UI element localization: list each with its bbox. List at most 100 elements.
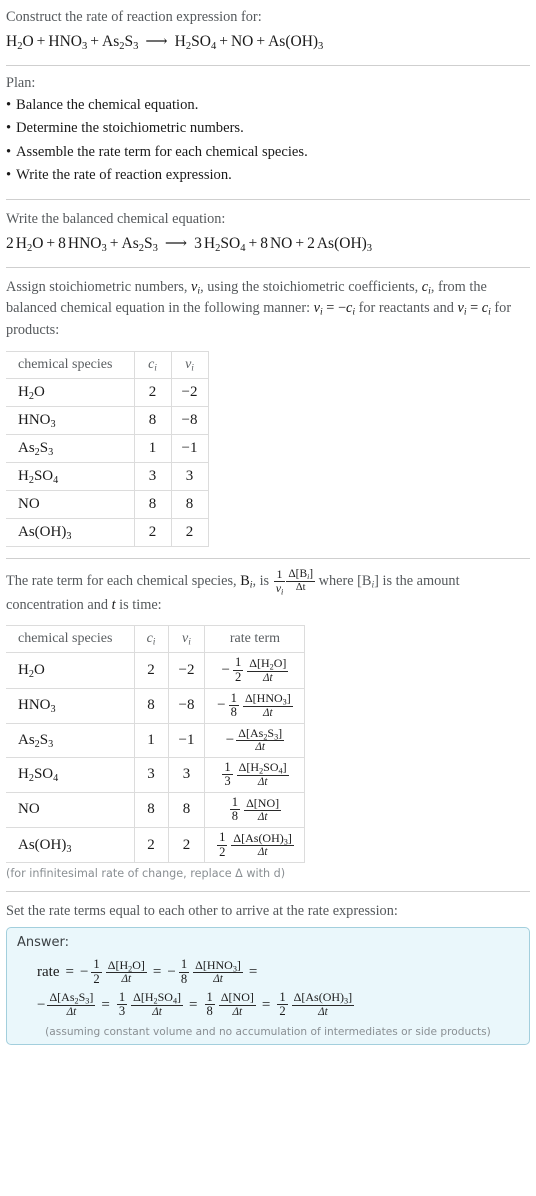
answer-line-1: rate = −1 2 Δ[H2O] Δt = −1 8 Δ[HNO3] Δt = [37, 957, 519, 988]
species-cell: H2SO4 [6, 757, 135, 793]
rate-label: rate [37, 963, 60, 980]
plan-item: • Assemble the rate term for each chemica… [6, 141, 530, 165]
nu-cell: 3 [171, 462, 209, 491]
species-cell: H2SO4 [6, 462, 135, 491]
balanced-equation-prompt: Write the balanced chemical equation: [6, 211, 226, 228]
species-cell: HNO3 [6, 688, 135, 724]
table2-header: chemical species ci νi rate term [6, 625, 306, 654]
coefficient-fraction: 18 [229, 794, 241, 824]
bullet-icon: • [6, 96, 12, 113]
nu-cell: −8 [168, 688, 206, 724]
coefficient-fraction: 18 [178, 957, 190, 986]
answer-expression: rate = −1 2 Δ[H2O] Δt = −1 8 Δ[HNO3] Δt = − Δ[As2S… [17, 957, 519, 1020]
nu-cell: 2 [168, 827, 206, 864]
nu-cell: 8 [168, 792, 206, 829]
table1-body: H2O 2 −2 HNO3 8 −8 As2S3 1 −1 H2SO4 3 3 NO 8 8 As(OH)3 2… [6, 377, 209, 547]
rate-term-cell: 12 Δ[As(OH)3] Δt [204, 827, 306, 864]
coefficient-fraction: 12 [217, 830, 228, 859]
rule-products: νi = ci [457, 300, 491, 319]
bullet-icon: • [6, 143, 12, 160]
c-cell: 2 [134, 652, 169, 689]
species-cell: As2S3 [6, 434, 135, 463]
rate-intro-text-2: , is [252, 572, 273, 589]
divider [6, 557, 530, 559]
c-cell: 1 [134, 723, 169, 758]
table-row: H2O 2 −2−1 2 Δ[H2O] Δt [6, 652, 306, 689]
delta-fraction: Δ[NO] Δt [244, 795, 282, 823]
assign-stoichiometric-paragraph: Assign stoichiometric numbers, νi, using… [6, 278, 512, 339]
rate-term-cell: 13 Δ[H2SO4] Δt [204, 757, 306, 793]
sign: − [217, 697, 226, 714]
divider [6, 891, 530, 893]
assign-text-2: , using the stoichiometric coefficients, [200, 278, 422, 295]
nu-cell: 8 [171, 490, 209, 519]
coefficient-fraction: 12 [232, 655, 244, 685]
table-row: HNO3 8 −8 [6, 406, 209, 435]
assumption-note: (assuming constant volume and no accumul… [45, 1025, 491, 1038]
rate-term-cell: 18 Δ[NO] Δt [204, 792, 306, 829]
table-row: As2S3 1 −1 − Δ[As2S3] Δt [6, 723, 306, 758]
species-cell: As(OH)3 [6, 518, 135, 547]
delta-fraction: Δ[H2O] Δt [247, 656, 289, 684]
table-row: H2SO4 3 3 1 3 Δ[H2SO4] Δt [6, 757, 306, 793]
rate-intro-text-5: is time: [115, 596, 162, 613]
delta-B-over-delta-t: Δ[Bi] Δt [286, 568, 316, 594]
one-over-nu: 1 νi [273, 566, 286, 597]
nu-cell: −1 [168, 723, 206, 758]
c-cell: 8 [134, 792, 169, 829]
table-row: As(OH)3 2 2 1 2 Δ[As(OH)3] Δt [6, 827, 306, 864]
reaction-arrow: ⟶ [145, 33, 168, 51]
table-row: H2SO4 3 3 [6, 462, 209, 491]
rule-reactants: νi = −ci [313, 300, 356, 319]
table-row: NO 8 8 1 8 Δ[NO] Δt [6, 792, 306, 829]
delta-fraction: Δ[HNO3] Δt [193, 957, 243, 986]
assign-text-4: for reactants and [355, 300, 458, 317]
col-rate-term: rate term [204, 625, 306, 654]
table-row: NO 8 8 [6, 490, 209, 519]
table-header-row: chemical species ci νi rate term [6, 625, 306, 654]
divider [6, 199, 530, 201]
plan-item: • Determine the stoichiometric numbers. [6, 117, 530, 141]
c-cell: 2 [134, 377, 172, 407]
divider [6, 266, 530, 268]
answer-box: Answer: rate = −1 2 Δ[H2O] Δt = −1 8 Δ[HNO3] Δt =… [6, 926, 530, 1045]
species-cell: NO [6, 792, 135, 829]
coefficient-fraction: 18 [204, 989, 215, 1019]
equals-sign: = [101, 996, 110, 1013]
col-nu: νi [171, 350, 209, 379]
rate-term-intro: The rate term for each chemical species,… [6, 566, 460, 613]
answer-label: Answer: [17, 934, 70, 950]
c-cell: 1 [134, 434, 172, 463]
equals-sign: = [248, 964, 258, 981]
species-cell: As2S3 [6, 723, 135, 758]
delta-fraction: Δ[As2S3] Δt [236, 725, 285, 754]
bullet-icon: • [6, 120, 12, 137]
sign: − [225, 731, 235, 748]
bullet-icon: • [6, 167, 12, 184]
c-cell: 3 [134, 757, 169, 793]
sign: − [37, 996, 46, 1013]
col-nu: νi [168, 625, 206, 654]
c-cell: 8 [134, 490, 172, 519]
species-cell: H2O [6, 652, 135, 689]
equals-sign: = [65, 964, 74, 981]
table-row: As2S3 1 −1 [6, 434, 209, 463]
answer-line-2: − Δ[As2S3] Δt = 1 3 Δ[H2SO4] Δt = 1 8 Δ[NO] Δt = 1 2 … [37, 989, 519, 1020]
delta-fraction: Δ[NO] Δt [218, 990, 256, 1018]
delta-fraction: Δ[H2SO4] Δt [131, 990, 184, 1018]
equals-sign: = [189, 996, 198, 1013]
col-chemical-species: chemical species [6, 625, 135, 654]
reaction-arrow: ⟶ [164, 235, 188, 253]
table-row: H2O 2 −2 [6, 377, 209, 407]
coefficient-fraction: 12 [91, 957, 102, 986]
nu-cell: 2 [171, 518, 209, 547]
sign: − [79, 964, 89, 981]
species-cell: HNO3 [6, 406, 135, 435]
equals-sign: = [261, 996, 271, 1013]
plan-list: • Balance the chemical equation. • Determin… [6, 94, 530, 189]
nu-cell: −2 [171, 377, 209, 407]
assign-text-1: Assign stoichiometric numbers, [6, 278, 192, 295]
delta-fraction: Δ[As(OH)3] Δt [231, 830, 294, 859]
sign: − [221, 662, 230, 679]
delta-fraction: Δ[HNO3] Δt [242, 691, 293, 719]
